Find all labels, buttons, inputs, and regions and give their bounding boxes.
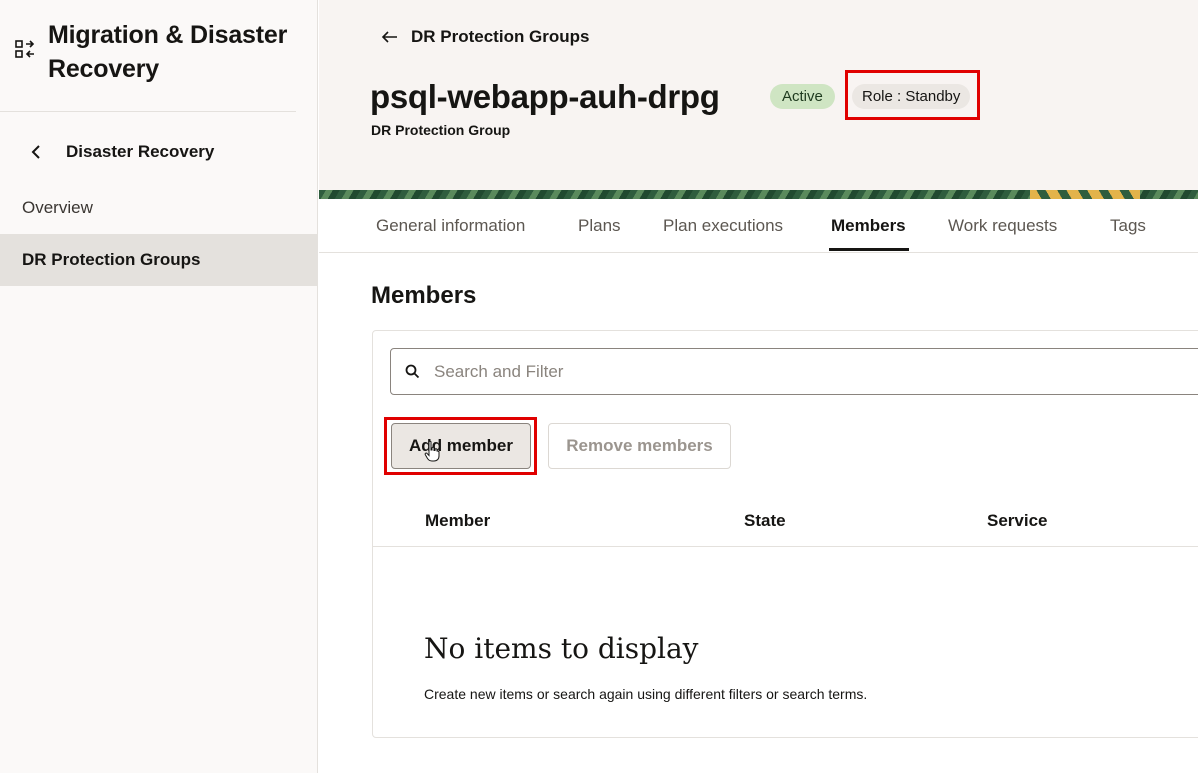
tab-plans[interactable]: Plans	[578, 216, 621, 236]
breadcrumb[interactable]: DR Protection Groups	[381, 27, 590, 47]
tab-plan-executions[interactable]: Plan executions	[663, 216, 783, 236]
empty-state-title: No items to display	[424, 632, 699, 665]
add-member-highlight-box	[384, 417, 537, 475]
tab-bar: General information Plans Plan execution…	[319, 199, 1198, 253]
tab-work-requests[interactable]: Work requests	[948, 216, 1057, 236]
breadcrumb-label: DR Protection Groups	[411, 27, 590, 46]
decorative-banner-accent	[1030, 190, 1140, 199]
tab-tags[interactable]: Tags	[1110, 216, 1146, 236]
remove-members-button[interactable]: Remove members	[548, 423, 731, 469]
page-subtitle: DR Protection Group	[371, 122, 511, 138]
page-title: psql-webapp-auh-drpg	[370, 78, 720, 115]
tab-members[interactable]: Members	[831, 216, 906, 236]
empty-state-text: Create new items or search again using d…	[424, 686, 868, 702]
app-title: Migration & Disaster Recovery	[48, 21, 288, 83]
back-to-disaster-recovery[interactable]: Disaster Recovery	[30, 142, 214, 162]
sidebar-item-dr-protection-groups[interactable]: DR Protection Groups	[0, 234, 318, 286]
column-header-member[interactable]: Member	[425, 511, 490, 531]
app-header: Migration & Disaster Recovery	[14, 18, 308, 86]
search-field[interactable]	[390, 348, 1198, 395]
column-header-state[interactable]: State	[744, 511, 786, 531]
sidebar-item-overview[interactable]: Overview	[0, 182, 318, 234]
section-title: Members	[371, 282, 477, 309]
status-badge: Active	[770, 84, 835, 109]
sidebar-divider	[0, 111, 296, 112]
arrow-left-icon	[381, 31, 397, 43]
search-icon	[405, 364, 420, 379]
column-header-service[interactable]: Service	[987, 511, 1048, 531]
migration-icon	[15, 40, 35, 58]
table-header-divider	[373, 546, 1198, 547]
role-highlight-box	[845, 70, 980, 120]
chevron-left-icon	[31, 145, 40, 159]
search-input[interactable]	[434, 361, 1174, 382]
hand-cursor-icon	[424, 440, 440, 462]
back-label: Disaster Recovery	[66, 142, 215, 161]
tab-general-information[interactable]: General information	[376, 216, 525, 236]
sidebar: Migration & Disaster Recovery Disaster R…	[0, 0, 318, 773]
active-tab-indicator	[829, 248, 909, 251]
